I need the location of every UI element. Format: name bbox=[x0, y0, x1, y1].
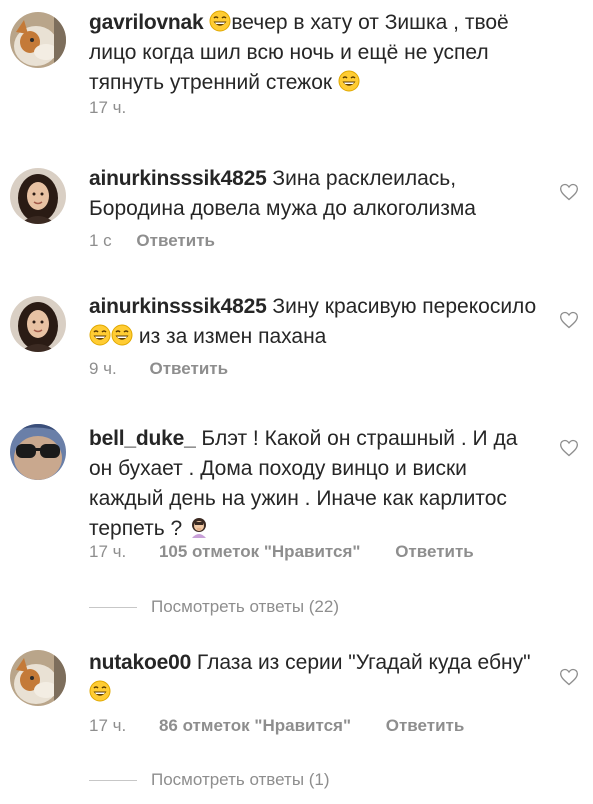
cat-avatar-icon bbox=[10, 650, 66, 706]
likes-count[interactable]: 105 отметок "Нравится" bbox=[159, 542, 361, 562]
grinning-sweat-emoji-icon bbox=[111, 324, 133, 346]
comment-username[interactable]: nutakoe00 bbox=[89, 651, 191, 674]
view-replies-button[interactable]: Посмотреть ответы (1) bbox=[89, 770, 330, 790]
sunglasses-avatar-icon bbox=[10, 424, 66, 480]
comment-time: 17 ч. bbox=[89, 716, 127, 735]
comment-text: из за измен пахана bbox=[138, 325, 327, 348]
divider-line bbox=[89, 607, 137, 609]
divider-line bbox=[89, 780, 137, 782]
comment-time: 9 ч. bbox=[89, 359, 117, 378]
reply-button[interactable]: Ответить bbox=[136, 231, 215, 251]
comment-time: 1 с bbox=[89, 231, 112, 250]
comment-time: 17 ч. bbox=[89, 98, 127, 117]
avatar[interactable] bbox=[10, 650, 66, 706]
comment-text: Глаза из серии "Угадай куда ебну" bbox=[196, 651, 531, 674]
avatar[interactable] bbox=[10, 424, 66, 480]
grinning-sweat-emoji-icon bbox=[209, 10, 231, 32]
comments-feed: gavrilovnak вечер в хату от Зишка , твоё… bbox=[0, 0, 593, 804]
likes-count[interactable]: 86 отметок "Нравится" bbox=[159, 716, 351, 736]
comment-username[interactable]: bell_duke_ bbox=[89, 427, 196, 450]
woman-facepalm-emoji-icon bbox=[188, 516, 210, 538]
view-replies-label[interactable]: Посмотреть ответы (1) bbox=[151, 770, 330, 789]
avatar[interactable] bbox=[10, 12, 66, 68]
reply-button[interactable]: Ответить bbox=[386, 716, 465, 736]
like-heart-icon[interactable] bbox=[559, 310, 579, 330]
like-heart-icon[interactable] bbox=[559, 667, 579, 687]
comment-username[interactable]: gavrilovnak bbox=[89, 11, 204, 34]
comment-username[interactable]: ainurkinsssik4825 bbox=[89, 167, 267, 190]
comment-time: 17 ч. bbox=[89, 542, 127, 561]
avatar[interactable] bbox=[10, 296, 66, 352]
comment-text: Зину красивую перекосило bbox=[272, 295, 537, 318]
grinning-sweat-emoji-icon bbox=[338, 70, 360, 92]
cat-avatar-icon bbox=[10, 12, 66, 68]
comment-username[interactable]: ainurkinsssik4825 bbox=[89, 295, 267, 318]
grinning-sweat-emoji-icon bbox=[89, 680, 111, 702]
grinning-sweat-emoji-icon bbox=[89, 324, 111, 346]
like-heart-icon[interactable] bbox=[559, 182, 579, 202]
woman-avatar-icon bbox=[10, 296, 66, 352]
view-replies-button[interactable]: Посмотреть ответы (22) bbox=[89, 597, 339, 617]
reply-button[interactable]: Ответить bbox=[395, 542, 474, 562]
view-replies-label[interactable]: Посмотреть ответы (22) bbox=[151, 597, 339, 616]
like-heart-icon[interactable] bbox=[559, 438, 579, 458]
woman-avatar-icon bbox=[10, 168, 66, 224]
reply-button[interactable]: Ответить bbox=[150, 359, 229, 379]
avatar[interactable] bbox=[10, 168, 66, 224]
